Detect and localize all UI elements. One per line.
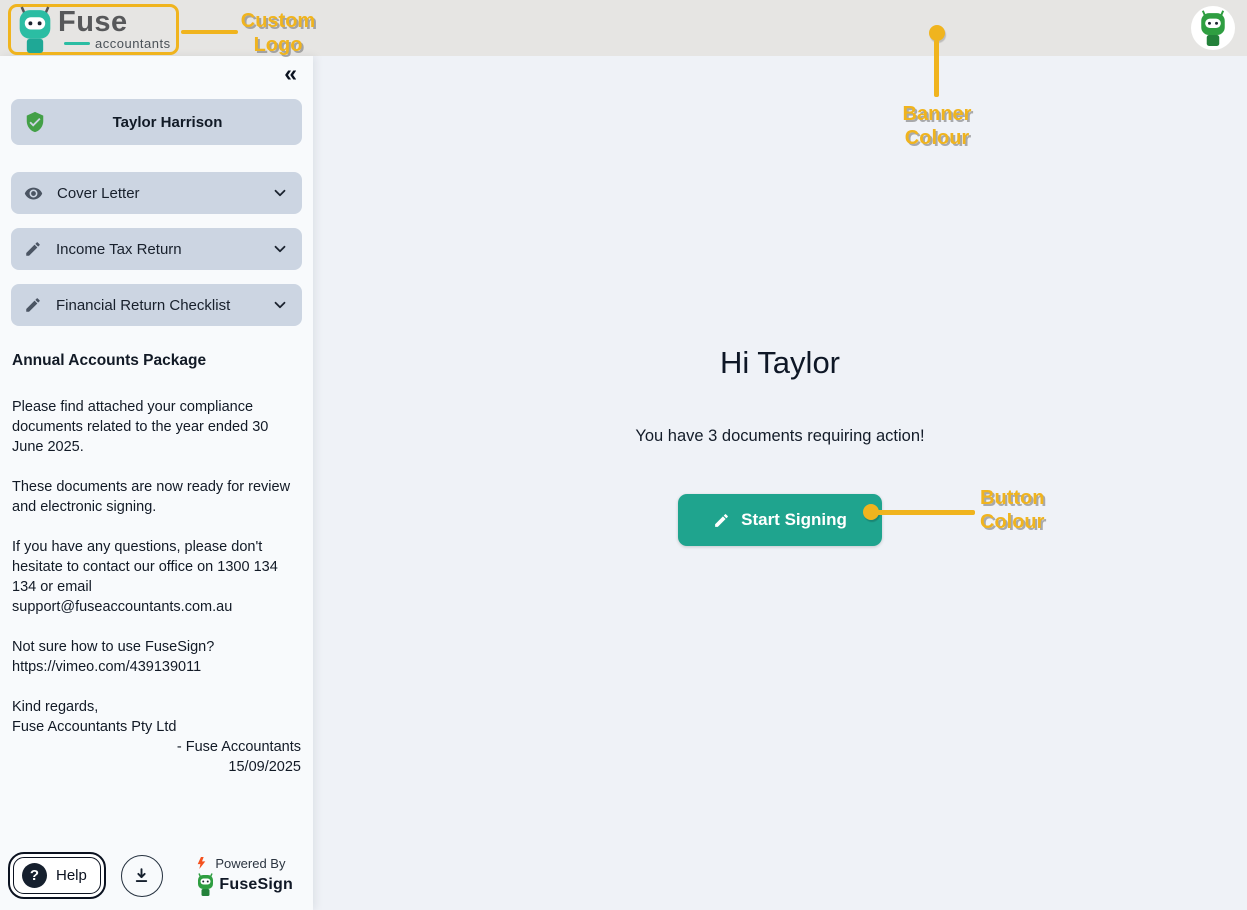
download-all-button[interactable] (121, 855, 163, 897)
pencil-icon (24, 296, 42, 314)
fusesign-avatar (1191, 6, 1235, 50)
main-content: Hi Taylor You have 3 documents requiring… (313, 56, 1247, 910)
cover-letter-paragraph: Kind regards, Fuse Accountants Pty Ltd (12, 697, 301, 737)
greeting-heading: Hi Taylor (720, 345, 840, 381)
chevron-down-icon (271, 240, 289, 258)
fuse-accountants-robot-icon (14, 6, 56, 53)
document-list: Cover Letter Income Tax Return Financial… (0, 172, 313, 340)
banner-colour-annotation: Banner Colour (887, 102, 987, 150)
lightning-bolt-icon (195, 855, 208, 871)
chevron-down-icon (271, 296, 289, 314)
cover-letter-paragraph: Not sure how to use FuseSign? https://vi… (12, 637, 301, 677)
download-icon (132, 866, 151, 885)
powered-by-fusesign: Powered By FuseSign (195, 855, 301, 896)
cover-letter-paragraph: If you have any questions, please don't … (12, 537, 301, 617)
help-button[interactable]: ? Help (8, 852, 106, 899)
cover-letter-title: Annual Accounts Package (12, 351, 301, 371)
cover-letter-body: Annual Accounts Package Please find atta… (0, 340, 313, 777)
custom-logo-annotation: Custom Logo (236, 9, 320, 57)
banner-colour-callout-line (934, 40, 939, 97)
button-colour-annotation: Button Colour (980, 486, 1090, 534)
pencil-icon (713, 512, 730, 529)
cover-letter-signature: - Fuse Accountants (12, 737, 301, 757)
fusesign-brand-text: FuseSign (219, 876, 293, 894)
logo-dash (64, 42, 90, 45)
sidebar-footer: ? Help Powered By (0, 852, 313, 910)
sidebar-collapse-button[interactable]: « (284, 60, 297, 86)
fusesign-robot-icon (1197, 10, 1229, 46)
logo-sub-text: accountants (95, 36, 171, 51)
document-label: Financial Return Checklist (56, 297, 230, 314)
logo-brand-text: Fuse (58, 8, 171, 36)
document-item-income-tax-return[interactable]: Income Tax Return (11, 228, 302, 270)
document-item-financial-return-checklist[interactable]: Financial Return Checklist (11, 284, 302, 326)
document-label: Income Tax Return (56, 241, 182, 258)
eye-icon (24, 184, 43, 203)
start-signing-button[interactable]: Start Signing (678, 494, 882, 546)
document-item-cover-letter[interactable]: Cover Letter (11, 172, 302, 214)
documents-status-text: You have 3 documents requiring action! (635, 427, 924, 446)
document-label: Cover Letter (57, 185, 140, 202)
question-mark-icon: ? (22, 863, 47, 888)
cover-letter-paragraph: Please find attached your compliance doc… (12, 397, 301, 457)
button-colour-callout-line (872, 510, 975, 515)
pencil-icon (24, 240, 42, 258)
custom-logo-callout-line (181, 30, 238, 34)
banner-colour-callout-dot (929, 25, 945, 41)
custom-logo: Fuse accountants (8, 4, 179, 55)
recipient-name: Taylor Harrison (46, 114, 289, 131)
top-banner (0, 0, 1247, 56)
recipient-card: Taylor Harrison (11, 99, 302, 145)
fusesign-robot-icon (195, 873, 216, 896)
chevron-down-icon (271, 184, 289, 202)
verified-shield-icon (24, 111, 46, 133)
cover-letter-paragraph: These documents are now ready for review… (12, 477, 301, 517)
help-label: Help (56, 867, 87, 884)
cover-letter-date: 15/09/2025 (12, 757, 301, 777)
sidebar: « Taylor Harrison Cover Letter Income Ta… (0, 56, 313, 910)
start-signing-label: Start Signing (741, 510, 847, 530)
powered-by-label: Powered By (215, 856, 285, 871)
